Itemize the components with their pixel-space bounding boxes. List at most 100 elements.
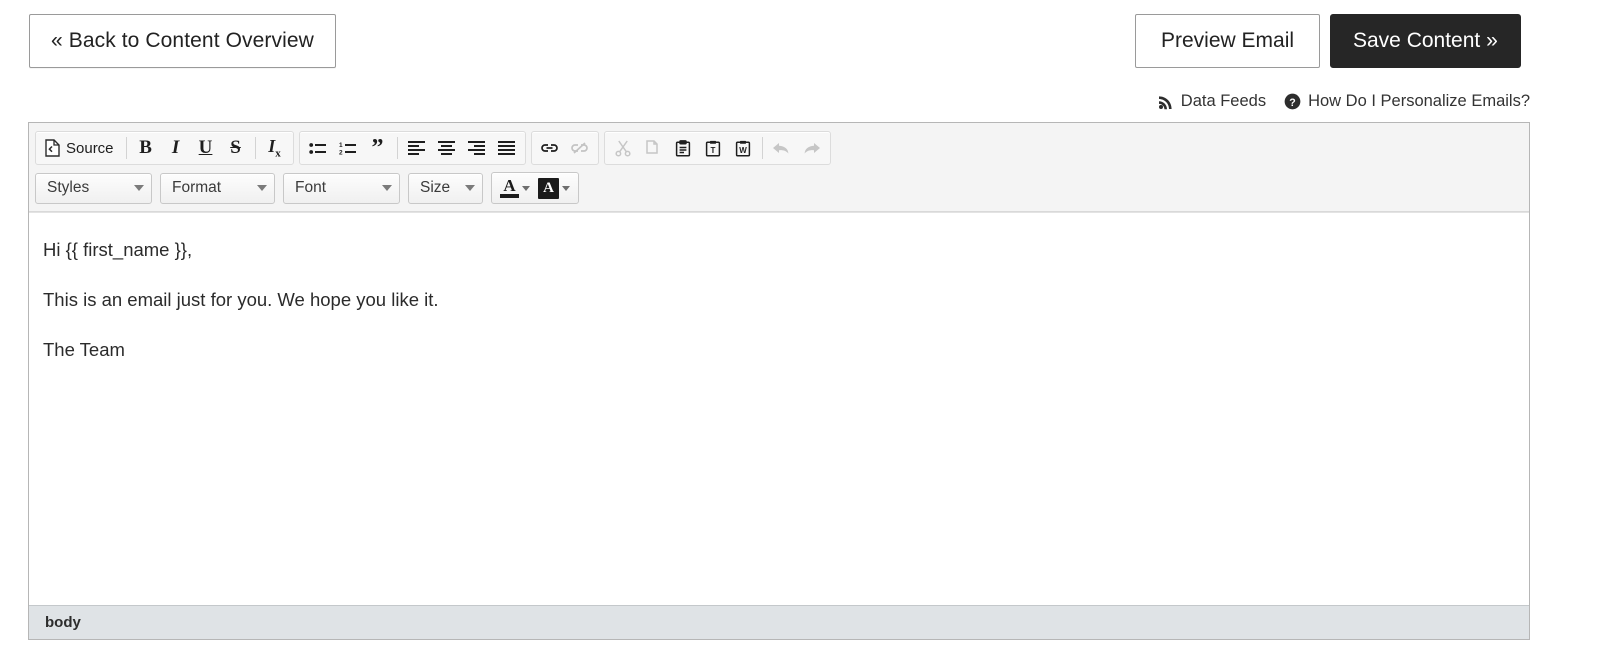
italic-button[interactable]: I <box>161 134 191 162</box>
chevron-down-icon <box>382 185 392 191</box>
background-color-icon: A <box>538 177 559 199</box>
align-center-button[interactable] <box>432 134 462 162</box>
numbered-list-button[interactable]: 1 2 <box>333 134 363 162</box>
strikethrough-icon: S <box>230 137 241 158</box>
chevron-down-icon <box>562 185 570 191</box>
toolbar-group-colors: A A <box>491 172 579 204</box>
svg-text:W: W <box>739 146 747 155</box>
copy-button <box>638 134 668 162</box>
redo-button <box>797 134 827 162</box>
styles-dropdown[interactable]: Styles <box>35 172 152 204</box>
data-feeds-link[interactable]: Data Feeds <box>1158 92 1266 111</box>
preview-email-button[interactable]: Preview Email <box>1135 14 1321 68</box>
italic-icon: I <box>171 137 180 158</box>
personalize-emails-label: How Do I Personalize Emails? <box>1308 92 1530 110</box>
bold-icon: B <box>139 137 152 158</box>
underline-button[interactable]: U <box>191 134 221 162</box>
font-dropdown-label: Font <box>295 179 327 196</box>
editor-status-bar: body <box>29 605 1529 639</box>
unlink-button <box>565 134 595 162</box>
back-to-content-overview-button[interactable]: « Back to Content Overview <box>29 14 336 68</box>
text-color-icon: A <box>500 177 519 199</box>
size-dropdown[interactable]: Size <box>408 172 483 204</box>
toolbar-group-clipboard: T W <box>603 131 831 165</box>
cut-button <box>608 134 638 162</box>
styles-dropdown-label: Styles <box>47 179 90 196</box>
paste-as-plain-text-button[interactable]: T <box>698 134 728 162</box>
editor-toolbar: Source B I U S Ix 1 2 ” T W Styles Forma… <box>29 123 1529 212</box>
helper-links: Data Feeds ? How Do I Personalize Emails… <box>1158 92 1530 111</box>
format-dropdown[interactable]: Format <box>160 172 275 204</box>
rss-icon <box>1158 94 1174 110</box>
undo-arrow-icon <box>773 142 789 153</box>
blockquote-icon: ” <box>371 135 384 161</box>
svg-text:?: ? <box>1289 97 1295 109</box>
paste-text-icon: T <box>705 140 720 157</box>
align-justify-button[interactable] <box>492 134 522 162</box>
copy-icon <box>645 139 658 154</box>
paste-from-word-button[interactable]: W <box>728 134 758 162</box>
toolbar-group-links <box>530 131 599 165</box>
editor-paragraph: This is an email just for you. We hope y… <box>43 289 439 310</box>
source-button-label: Source <box>66 139 114 157</box>
format-dropdown-label: Format <box>172 179 222 196</box>
svg-text:T: T <box>710 146 715 155</box>
save-content-button[interactable]: Save Content » <box>1330 14 1521 68</box>
editor-content-area[interactable]: Hi {{ first_name }}, This is an email ju… <box>29 212 1529 605</box>
align-left-button[interactable] <box>402 134 432 162</box>
align-right-button[interactable] <box>462 134 492 162</box>
data-feeds-label: Data Feeds <box>1180 92 1267 110</box>
scissors-icon <box>614 140 631 157</box>
chevron-down-icon <box>465 185 475 191</box>
align-left-icon <box>408 141 426 155</box>
font-dropdown[interactable]: Font <box>283 172 400 204</box>
align-justify-icon <box>498 141 516 155</box>
toolbar-row-1: Source B I U S Ix 1 2 ” T W <box>35 129 1525 167</box>
chevron-down-icon <box>522 185 530 191</box>
svg-text:1: 1 <box>339 142 343 149</box>
preview-email-label: Preview Email <box>1161 29 1295 52</box>
toolbar-group-basic: Source B I U S Ix <box>35 131 294 165</box>
remove-format-icon: Ix <box>268 136 281 160</box>
paste-word-icon: W <box>735 140 750 157</box>
undo-button <box>767 134 797 162</box>
underline-icon: U <box>198 137 213 158</box>
email-content-editor-page: « Back to Content Overview Preview Email… <box>0 0 1600 664</box>
background-color-button[interactable]: A <box>534 175 574 201</box>
numbered-list-icon: 1 2 <box>339 142 356 156</box>
link-button[interactable] <box>535 134 565 162</box>
rich-text-editor: Source B I U S Ix 1 2 ” T W Styles Forma… <box>28 122 1530 640</box>
toolbar-separator <box>254 137 256 159</box>
chevron-down-icon <box>257 185 267 191</box>
bulleted-list-icon <box>308 142 326 154</box>
blockquote-button[interactable]: ” <box>363 134 393 162</box>
strikethrough-button[interactable]: S <box>221 134 251 162</box>
toolbar-separator <box>125 137 127 159</box>
link-icon <box>541 144 558 152</box>
bulleted-list-button[interactable] <box>303 134 333 162</box>
personalize-emails-help-link[interactable]: ? How Do I Personalize Emails? <box>1284 92 1530 111</box>
save-content-label: Save Content » <box>1353 29 1498 52</box>
top-action-bar: « Back to Content Overview Preview Email… <box>0 0 1600 82</box>
editor-paragraph: The Team <box>43 339 125 360</box>
align-right-icon <box>468 141 486 155</box>
remove-format-button[interactable]: Ix <box>260 134 290 162</box>
paste-button[interactable] <box>668 134 698 162</box>
svg-text:2: 2 <box>339 149 343 156</box>
question-circle-icon: ? <box>1284 93 1301 110</box>
source-code-icon <box>44 139 61 157</box>
back-button-label: « Back to Content Overview <box>51 29 314 52</box>
text-color-button[interactable]: A <box>496 175 534 201</box>
unlink-icon <box>571 142 588 154</box>
element-path-body[interactable]: body <box>45 614 81 631</box>
toolbar-group-paragraph: 1 2 ” <box>298 131 526 165</box>
bold-button[interactable]: B <box>131 134 161 162</box>
toolbar-separator <box>761 137 763 159</box>
editor-paragraph: Hi {{ first_name }}, <box>43 239 193 260</box>
size-dropdown-label: Size <box>420 179 451 196</box>
redo-arrow-icon <box>804 142 821 153</box>
toolbar-row-2: Styles Format Font Size A A <box>35 170 1525 206</box>
paste-icon <box>675 139 690 157</box>
source-button[interactable]: Source <box>39 134 122 162</box>
align-center-icon <box>438 141 456 155</box>
